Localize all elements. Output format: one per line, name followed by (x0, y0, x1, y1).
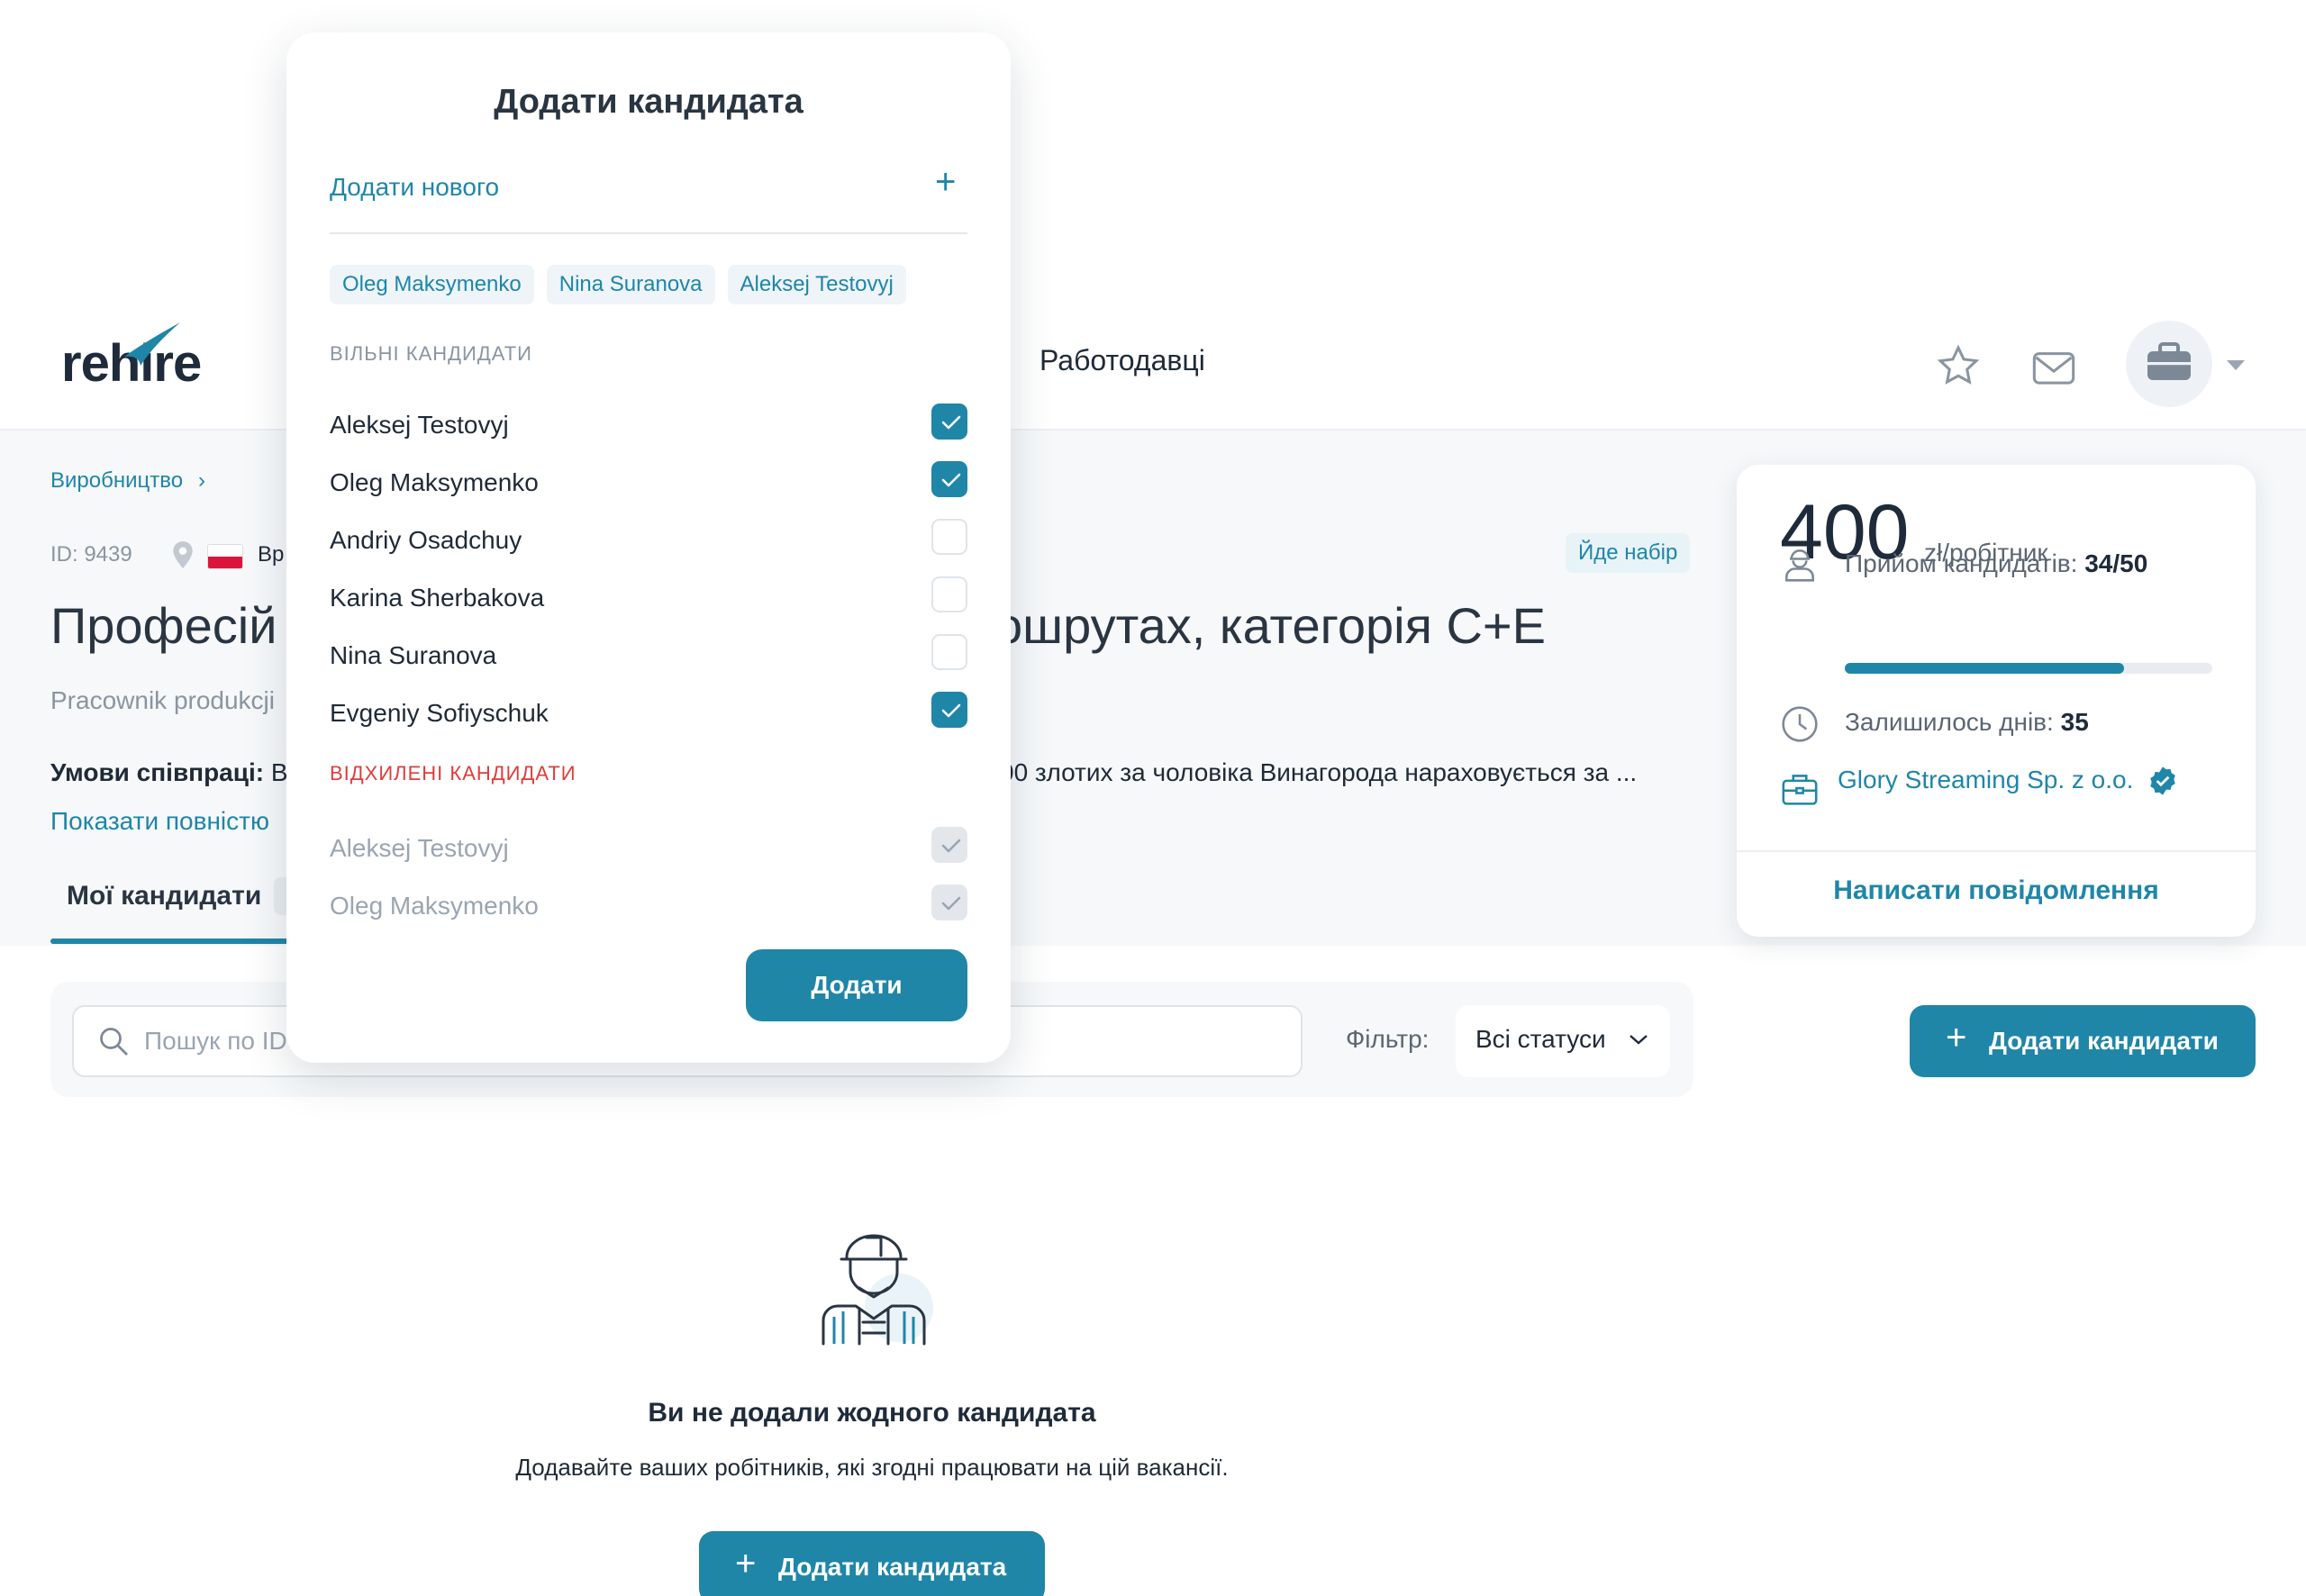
add-candidates-label: Додати кандидати (1989, 1027, 2219, 1055)
candidate-row[interactable]: Karina Sherbakova (330, 576, 967, 621)
status-filter-select[interactable]: Всі статуси (1456, 1005, 1670, 1077)
candidate-checkbox-disabled (931, 884, 967, 920)
search-icon (100, 1028, 128, 1056)
terms-label: Умови співпраці: (50, 758, 265, 786)
selected-chips: Oleg Maksymenko Nina Suranova Aleksej Te… (330, 265, 906, 304)
candidate-name: Aleksej Testovyj (330, 834, 509, 862)
construction-worker-icon (822, 1234, 933, 1346)
terms-text: Умови співпраці: Ви (50, 758, 302, 787)
intake-progress (1845, 663, 2212, 674)
chevron-right-icon: › (198, 468, 205, 493)
add-candidate-button[interactable]: + Додати кандидата (699, 1531, 1045, 1596)
add-candidates-button[interactable]: + Додати кандидати (1910, 1005, 2256, 1077)
job-city: Вр (258, 542, 285, 567)
modal-add-button[interactable]: Додати (746, 949, 967, 1021)
briefcase-icon (2147, 342, 2191, 380)
clock-icon (1782, 706, 1818, 742)
job-id: ID: 9439 (50, 542, 132, 567)
page-title-right: ошрутах, категорія С+Е (994, 597, 1546, 654)
days-line: Залишилось днів: 35 (1845, 708, 2089, 737)
candidate-checkbox[interactable] (931, 404, 967, 440)
filter-label: Фільтр: (1346, 1025, 1430, 1053)
candidate-checkbox[interactable] (931, 692, 967, 728)
candidate-name: Aleksej Testovyj (330, 411, 509, 439)
verified-badge-icon (2150, 766, 2175, 795)
candidate-name: Evgeniy Sofiyschuk (330, 699, 549, 727)
plus-icon: + (735, 1544, 757, 1583)
page-title: Професій ошрутах, категорія С+Е (50, 596, 1546, 655)
tab-my-candidates[interactable]: Мої кандидати (67, 881, 261, 911)
filter-value: Всі статуси (1475, 1025, 1606, 1053)
location-pin-icon (173, 541, 193, 568)
candidate-name: Karina Sherbakova (330, 584, 545, 612)
candidate-checkbox[interactable] (931, 634, 967, 670)
empty-state-title: Ви не додали жодного кандидата (648, 1398, 1096, 1428)
mail-icon[interactable] (2030, 346, 2077, 393)
candidate-checkbox[interactable] (931, 519, 967, 555)
rejected-candidate-row: Aleksej Testovyj (330, 827, 967, 872)
show-full-link[interactable]: Показати повністю (50, 807, 269, 836)
poland-flag-icon (207, 544, 243, 569)
candidate-name: Oleg Maksymenko (330, 892, 539, 920)
add-candidate-label: Додати кандидата (778, 1553, 1007, 1581)
days-label: Залишилось днів: (1845, 708, 2054, 736)
tab-underline (50, 939, 303, 944)
chevron-down-icon (1630, 1035, 1648, 1045)
check-icon (941, 473, 961, 487)
write-message-button[interactable]: Написати повідомлення (1737, 875, 2256, 906)
terms-right: 00 злотих за чоловіка Винагорода нарахов… (1000, 758, 1638, 786)
check-icon (941, 896, 961, 911)
free-candidates-heading: ВІЛЬНІ КАНДИДАТИ (330, 342, 532, 365)
selected-chip[interactable]: Oleg Maksymenko (330, 265, 534, 304)
selected-chip[interactable]: Nina Suranova (546, 265, 715, 304)
add-candidate-modal: Додати кандидата Додати нового + Oleg Ma… (286, 32, 1011, 1063)
nav-employers[interactable]: Работодавці (1040, 344, 1205, 377)
candidate-checkbox[interactable] (931, 461, 967, 497)
avatar[interactable] (2126, 321, 2212, 407)
candidate-row[interactable]: Andriy Osadchuy (330, 519, 967, 564)
intake-progress-fill (1845, 663, 2125, 674)
candidate-name: Oleg Maksymenko (330, 468, 539, 496)
candidate-row[interactable]: Oleg Maksymenko (330, 461, 967, 506)
candidate-row[interactable]: Aleksej Testovyj (330, 404, 967, 449)
candidate-row[interactable]: Evgeniy Sofiyschuk (330, 692, 967, 737)
selected-chip[interactable]: Aleksej Testovyj (727, 265, 906, 304)
check-icon (941, 703, 961, 718)
candidate-name: Nina Suranova (330, 641, 497, 669)
candidate-checkbox-disabled (931, 827, 967, 863)
status-badge: Йде набір (1566, 533, 1691, 573)
modal-title: Додати кандидата (494, 83, 803, 121)
divider (330, 232, 967, 234)
worker-icon (1785, 549, 1814, 582)
empty-state-subtitle: Додавайте ваших робітників, які згодні п… (515, 1454, 1229, 1481)
logo-spark-icon (124, 322, 180, 366)
chevron-down-icon[interactable] (2227, 360, 2245, 370)
candidate-row[interactable]: Nina Suranova (330, 634, 967, 679)
check-icon (941, 839, 961, 853)
intake-value: 34/50 (2084, 549, 2148, 577)
rejected-candidate-row: Oleg Maksymenko (330, 884, 967, 929)
intake-line: Прийом кандидатів: 34/50 (1845, 549, 2147, 578)
intake-label: Прийом кандидатів: (1845, 549, 2078, 577)
briefcase-outline-icon (1782, 775, 1818, 805)
job-subtitle: Pracownik produkcji (50, 686, 275, 714)
candidate-checkbox[interactable] (931, 576, 967, 612)
breadcrumb[interactable]: Виробництво (50, 468, 183, 494)
divider (1737, 850, 2256, 852)
days-value: 35 (2060, 708, 2089, 736)
rejected-candidates-heading: ВІДХИЛЕНІ КАНДИДАТИ (330, 762, 576, 784)
check-icon (941, 415, 961, 430)
star-icon[interactable] (1935, 342, 1982, 389)
plus-icon[interactable]: + (935, 162, 956, 203)
add-new-candidate-link[interactable]: Додати нового (330, 173, 499, 202)
company-link[interactable]: Glory Streaming Sp. z o.o. (1838, 766, 2133, 794)
vacancy-stats-card: 400 zł/робітник Прийом кандидатів: 34/50… (1737, 465, 2256, 937)
plus-icon: + (1946, 1018, 1967, 1057)
candidate-name: Andriy Osadchuy (330, 526, 522, 554)
page-title-left: Професій (50, 597, 277, 654)
